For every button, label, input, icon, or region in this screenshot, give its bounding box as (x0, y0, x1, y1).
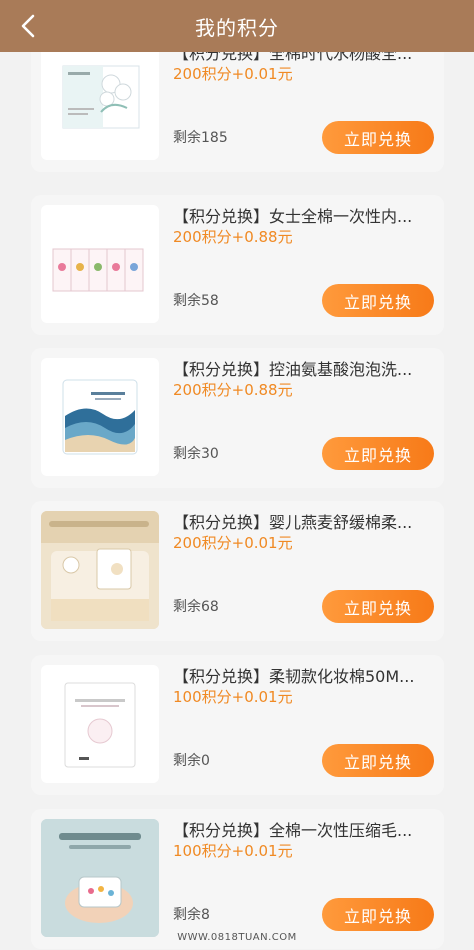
product-price: 200积分+0.88元 (173, 381, 293, 399)
product-image (41, 665, 159, 783)
stock-remaining: 剩余68 (173, 599, 219, 615)
stock-remaining: 剩余185 (173, 130, 228, 146)
redeem-button[interactable]: 立即兑换 (322, 590, 434, 623)
stock-remaining: 剩余30 (173, 446, 219, 462)
product-price: 200积分+0.01元 (173, 534, 293, 552)
stock-remaining: 剩余58 (173, 293, 219, 309)
top-nav-bar: 我的积分 (0, 0, 474, 52)
product-price: 100积分+0.01元 (173, 842, 293, 860)
chevron-left-icon (21, 14, 35, 38)
product-image (41, 819, 159, 937)
product-price: 100积分+0.01元 (173, 688, 293, 706)
product-title: 【积分兑换】控油氨基酸泡泡洗... (173, 360, 413, 379)
redeem-button[interactable]: 立即兑换 (322, 437, 434, 470)
redeem-button[interactable]: 立即兑换 (322, 744, 434, 777)
redeem-button[interactable]: 立即兑换 (322, 284, 434, 317)
product-image (41, 358, 159, 476)
product-title: 【积分兑换】全棉一次性压缩毛... (173, 821, 413, 840)
redeem-button[interactable]: 立即兑换 (322, 898, 434, 931)
list-item: 【积分兑换】全棉一次性压缩毛... 100积分+0.01元 剩余8 立即兑换 (31, 809, 444, 949)
stock-remaining: 剩余8 (173, 907, 210, 923)
product-image (41, 52, 159, 160)
product-image (41, 205, 159, 323)
list-item: 【积分兑换】控油氨基酸泡泡洗... 200积分+0.88元 剩余30 立即兑换 (31, 348, 444, 488)
product-title: 【积分兑换】女士全棉一次性内... (173, 207, 413, 226)
product-title: 【积分兑换】柔韧款化妆棉50M... (173, 667, 415, 686)
product-image (41, 511, 159, 629)
product-price: 200积分+0.88元 (173, 228, 293, 246)
list-item: 【积分兑换】女士全棉一次性内... 200积分+0.88元 剩余58 立即兑换 (31, 195, 444, 335)
redeem-button[interactable]: 立即兑换 (322, 121, 434, 154)
exchange-list[interactable]: 【积分兑换】全棉时代水杨酸全... 200积分+0.01元 剩余185 立即兑换… (0, 52, 474, 950)
list-item: 【积分兑换】全棉时代水杨酸全... 200积分+0.01元 剩余185 立即兑换 (31, 52, 444, 172)
page-title: 我的积分 (195, 15, 279, 40)
stock-remaining: 剩余0 (173, 753, 210, 769)
product-title: 【积分兑换】婴儿燕麦舒缓棉柔... (173, 513, 413, 532)
back-button[interactable] (10, 6, 46, 46)
watermark: WWW.0818TUAN.COM (177, 932, 297, 943)
list-item: 【积分兑换】婴儿燕麦舒缓棉柔... 200积分+0.01元 剩余68 立即兑换 (31, 501, 444, 641)
product-price: 200积分+0.01元 (173, 65, 293, 83)
list-item: 【积分兑换】柔韧款化妆棉50M... 100积分+0.01元 剩余0 立即兑换 (31, 655, 444, 795)
